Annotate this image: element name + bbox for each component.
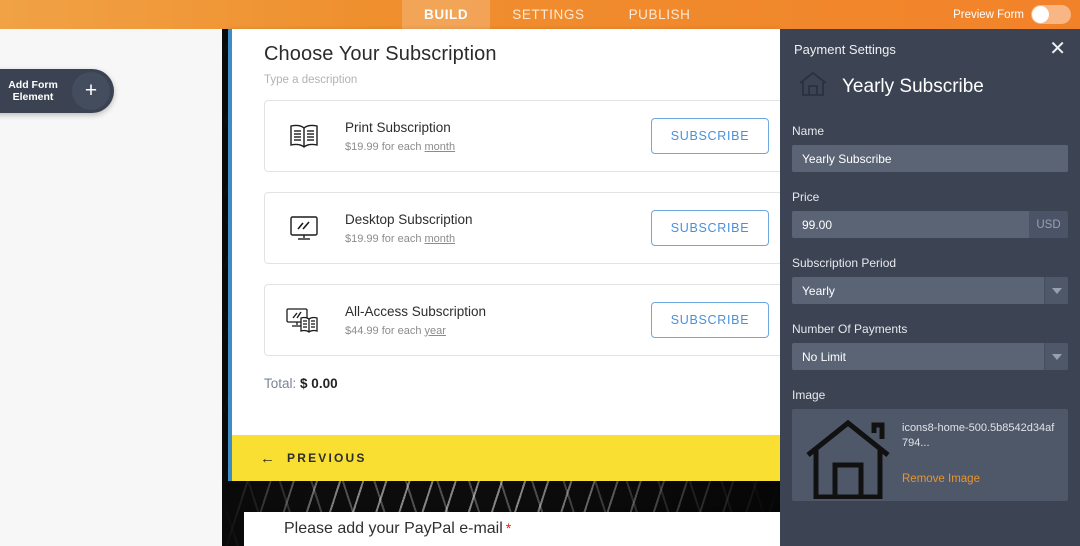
home-icon [798, 71, 828, 102]
afe-line-2: Element [12, 91, 54, 103]
price-text: $44.99 for each [345, 324, 425, 337]
field-number-of-payments: Number Of Payments No Limit [792, 322, 1068, 370]
name-field-label: Name [792, 124, 825, 138]
tab-publish[interactable]: PUBLISH [607, 0, 713, 29]
monitor-and-book-icon [281, 299, 327, 341]
plus-icon[interactable]: + [72, 72, 110, 110]
toggle-knob [1032, 6, 1049, 23]
price-text: $19.99 for each [345, 232, 425, 245]
price-text: $19.99 for each [345, 140, 425, 153]
form-builder-app: BUILD SETTINGS PUBLISH Preview Form Add … [0, 0, 1080, 546]
left-canvas-area: Add Form Element + [0, 29, 222, 546]
subscription-row[interactable]: Print Subscription $19.99 for each month… [264, 100, 780, 172]
home-image-thumbnail [802, 417, 894, 501]
subscription-period-value: Yearly [802, 283, 835, 298]
subscription-name: Desktop Subscription [345, 211, 473, 227]
total-label: Total: [264, 376, 297, 391]
caret-glyph [1051, 353, 1062, 360]
paypal-label-text: Please add your PayPal e-mail [284, 520, 503, 537]
payment-settings-panel: Payment Settings ✕ Yearly Subscribe Name… [780, 29, 1080, 546]
remove-image-link[interactable]: Remove Image [902, 473, 1058, 485]
subscription-form-card[interactable]: Choose Your Subscription Type a descript… [228, 29, 780, 481]
subscription-price: $19.99 for each month [345, 233, 651, 245]
form-description-placeholder[interactable]: Type a description [264, 74, 780, 86]
panel-title: Payment Settings [794, 41, 896, 57]
panel-item-title: Yearly Subscribe [842, 75, 984, 97]
book-icon [281, 115, 327, 157]
subscription-info: Print Subscription $19.99 for each month [345, 120, 651, 153]
preview-form-label: Preview Form [953, 8, 1024, 21]
subscription-name: All-Access Subscription [345, 303, 487, 319]
panel-header: Payment Settings ✕ [780, 29, 1080, 59]
panel-form-body: Name Yearly Subscribe Price 99.00 USD Su… [780, 102, 1080, 501]
price-period[interactable]: year [425, 325, 446, 337]
subscription-period-label: Subscription Period [792, 256, 897, 270]
price-field-label: Price [792, 190, 820, 204]
previous-button-label: PREVIOUS [287, 451, 367, 465]
required-marker: * [505, 520, 512, 536]
number-of-payments-select[interactable]: No Limit [792, 343, 1068, 370]
previous-button[interactable]: ← PREVIOUS [232, 435, 780, 481]
tab-build[interactable]: BUILD [402, 0, 491, 29]
image-metadata: icons8-home-500.5b8542d34af794... Remove… [894, 417, 1058, 485]
preview-form-control: Preview Form [953, 0, 1080, 29]
afe-line-1: Add Form [8, 79, 58, 91]
number-of-payments-label: Number Of Payments [792, 322, 908, 336]
topbar-left-spacer [0, 0, 402, 29]
subscribe-button[interactable]: SUBSCRIBE [651, 302, 769, 338]
panel-subheader: Yearly Subscribe [780, 57, 1080, 102]
image-field-label: Image [792, 388, 826, 402]
top-navigation-bar: BUILD SETTINGS PUBLISH Preview Form [0, 0, 1080, 29]
name-input[interactable]: Yearly Subscribe [792, 145, 1068, 172]
price-period[interactable]: month [425, 141, 456, 153]
desktop-monitor-icon [281, 207, 327, 249]
subscription-row[interactable]: Desktop Subscription $19.99 for each mon… [264, 192, 780, 264]
caret-glyph [1051, 287, 1062, 294]
subscribe-button[interactable]: SUBSCRIBE [651, 118, 769, 154]
chevron-down-icon[interactable] [1044, 343, 1068, 370]
close-icon[interactable]: ✕ [1049, 39, 1066, 59]
subscription-list: Print Subscription $19.99 for each month… [264, 100, 780, 356]
field-name: Name Yearly Subscribe [792, 124, 1068, 172]
number-of-payments-value: No Limit [802, 349, 847, 364]
add-form-element-label: Add Form Element [2, 79, 64, 103]
total-amount: $ 0.00 [300, 376, 338, 391]
paypal-email-label: Please add your PayPal e-mail * [244, 512, 780, 538]
field-subscription-period: Subscription Period Yearly [792, 256, 1068, 304]
subscription-info: Desktop Subscription $19.99 for each mon… [345, 212, 651, 245]
field-image: Image icons8-home-500.5b8542d34af794... … [792, 388, 1068, 501]
subscription-name: Print Subscription [345, 119, 451, 135]
paypal-email-card[interactable]: Please add your PayPal e-mail * [244, 512, 780, 546]
page-title: Choose Your Subscription [264, 43, 497, 65]
price-input[interactable]: 99.00 [792, 211, 1029, 238]
subscription-info: All-Access Subscription $44.99 for each … [345, 304, 651, 337]
subscription-price: $44.99 for each year [345, 325, 651, 337]
price-period[interactable]: month [425, 233, 456, 245]
form-card-content: Choose Your Subscription Type a descript… [232, 29, 780, 391]
tab-settings[interactable]: SETTINGS [490, 0, 606, 29]
subscribe-button[interactable]: SUBSCRIBE [651, 210, 769, 246]
currency-suffix: USD [1029, 211, 1068, 238]
price-input-row: 99.00 USD [792, 211, 1068, 238]
chevron-down-icon[interactable] [1044, 277, 1068, 304]
preview-form-toggle[interactable] [1031, 5, 1071, 24]
image-filename: icons8-home-500.5b8542d34af794... [902, 422, 1055, 449]
field-price: Price 99.00 USD [792, 190, 1068, 238]
image-preview-box[interactable]: icons8-home-500.5b8542d34af794... Remove… [792, 409, 1068, 501]
total-row: Total: $ 0.00 [264, 376, 780, 391]
subscription-row[interactable]: All-Access Subscription $44.99 for each … [264, 284, 780, 356]
add-form-element-button[interactable]: Add Form Element + [0, 69, 114, 113]
subscription-price: $19.99 for each month [345, 141, 651, 153]
subscription-period-select[interactable]: Yearly [792, 277, 1068, 304]
arrow-left-icon: ← [260, 449, 275, 467]
